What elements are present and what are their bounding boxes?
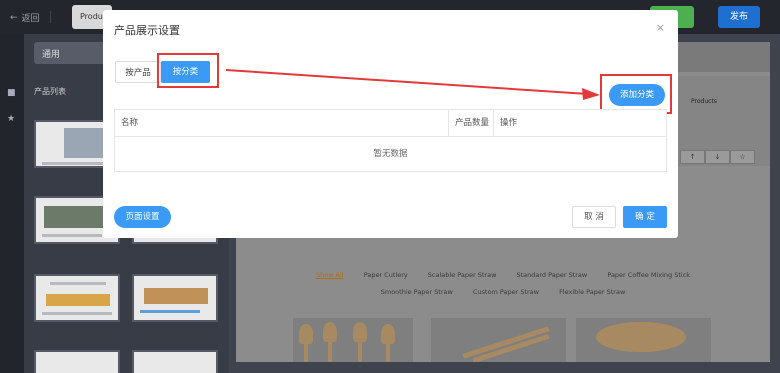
category-filter[interactable]: Standard Paper Straw — [516, 271, 587, 279]
star-icon[interactable]: ★ — [7, 114, 15, 124]
template-thumbnail[interactable] — [132, 350, 218, 373]
cancel-button[interactable]: 取 消 — [572, 206, 616, 228]
template-thumbnail[interactable] — [34, 274, 120, 322]
module-controls: ↑ ↓ ☆ — [680, 150, 755, 164]
category-filter[interactable]: Custom Paper Straw — [473, 288, 539, 296]
back-button[interactable]: ← 返回 — [10, 11, 40, 25]
divider — [50, 11, 51, 23]
move-down-button[interactable]: ↓ — [705, 150, 730, 164]
favorite-button[interactable]: ☆ — [730, 150, 755, 164]
category-filter[interactable]: Flexible Paper Straw — [559, 288, 625, 296]
close-icon[interactable]: × — [656, 21, 665, 34]
product-display-settings-dialog: 产品展示设置 × 按产品 按分类 添加分类 名称 产品数量 操作 暂无数据 页面… — [103, 10, 678, 238]
arrow-left-icon: ← — [10, 12, 18, 23]
column-header: 名称 — [121, 118, 139, 128]
highlight-box — [157, 53, 219, 88]
column-header: 产品数量 — [448, 110, 493, 137]
back-label: 返回 — [21, 14, 40, 24]
highlight-box — [600, 74, 672, 114]
column-header: 操作 — [493, 110, 666, 137]
confirm-button[interactable]: 确 定 — [623, 206, 667, 228]
publish-button[interactable]: 发布 — [718, 6, 760, 28]
category-filter[interactable]: Scalable Paper Straw — [428, 271, 497, 279]
product-image[interactable] — [431, 318, 566, 362]
template-thumbnail[interactable] — [132, 274, 218, 322]
category-filter[interactable]: Show All — [316, 271, 344, 279]
category-table: 名称 产品数量 操作 暂无数据 — [114, 109, 667, 172]
category-filter[interactable]: Paper Coffee Mixing Stick — [607, 271, 690, 279]
category-filter-row: Show All Paper Cutlery Scalable Paper St… — [236, 271, 770, 279]
tab-by-product[interactable]: 按产品 — [115, 61, 161, 83]
move-up-button[interactable]: ↑ — [680, 150, 705, 164]
product-image[interactable] — [576, 318, 711, 362]
product-image[interactable] — [293, 318, 413, 362]
template-thumbnail[interactable] — [34, 350, 120, 373]
table-header: 名称 产品数量 操作 — [115, 110, 666, 137]
empty-state: 暂无数据 — [373, 149, 408, 159]
page-settings-button[interactable]: 页面设置 — [114, 206, 171, 228]
product-list-title: 产品列表 — [34, 87, 66, 96]
dialog-title: 产品展示设置 — [114, 24, 180, 37]
category-filter[interactable]: Smoothie Paper Straw — [381, 288, 453, 296]
icon-bar: ■ ★ — [0, 34, 24, 373]
category-filter-row: Smoothie Paper Straw Custom Paper Straw … — [236, 288, 770, 296]
folder-icon[interactable]: ■ — [7, 88, 16, 98]
category-filter[interactable]: Paper Cutlery — [364, 271, 408, 279]
nav-link-products: Products — [691, 98, 717, 105]
